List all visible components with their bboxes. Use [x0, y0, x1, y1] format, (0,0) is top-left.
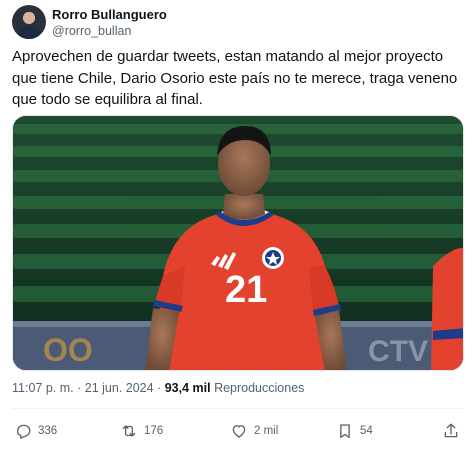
divider — [12, 408, 464, 409]
tweet-photo[interactable]: OO CTV 21 — [12, 115, 464, 371]
tweet-header: Rorro Bullanguero @rorro_bullan — [12, 5, 464, 39]
reply-count: 336 — [38, 425, 58, 437]
views-label: Reproducciones — [214, 381, 305, 395]
tweet-meta: 11:07 p. m. · 21 jun. 2024 · 93,4 mil Re… — [12, 381, 304, 395]
reply-button[interactable]: 336 — [14, 418, 57, 444]
like-button[interactable]: 2 mil — [230, 418, 278, 444]
svg-text:CTV: CTV — [368, 335, 428, 368]
bookmark-icon — [340, 424, 350, 439]
views-count: 93,4 mil — [164, 381, 211, 395]
meta-separator: · — [157, 381, 162, 395]
share-icon — [444, 423, 458, 438]
avatar[interactable] — [12, 5, 46, 39]
tweet-text: Aprovechen de guardar tweets, estan mata… — [12, 48, 458, 108]
bookmark-count: 54 — [360, 425, 373, 437]
repost-icon — [122, 425, 136, 437]
meta-separator: · — [77, 381, 82, 395]
author-handle[interactable]: @rorro_bullan — [52, 24, 131, 38]
share-button[interactable] — [442, 418, 460, 444]
player-photo: OO CTV 21 — [13, 116, 463, 370]
svg-text:OO: OO — [43, 332, 93, 368]
tweet-date[interactable]: 21 jun. 2024 — [85, 381, 154, 395]
repost-count: 176 — [144, 425, 164, 437]
bookmark-button[interactable]: 54 — [336, 418, 373, 444]
reply-icon — [17, 424, 31, 439]
tweet-actions: 336 176 2 mil 54 — [12, 418, 464, 444]
like-icon — [232, 425, 246, 438]
like-count: 2 mil — [254, 425, 279, 437]
repost-button[interactable]: 176 — [120, 418, 163, 444]
jersey-number: 21 — [225, 269, 267, 311]
author-name[interactable]: Rorro Bullanguero — [52, 7, 167, 22]
tweet-time[interactable]: 11:07 p. m. — [12, 381, 74, 395]
